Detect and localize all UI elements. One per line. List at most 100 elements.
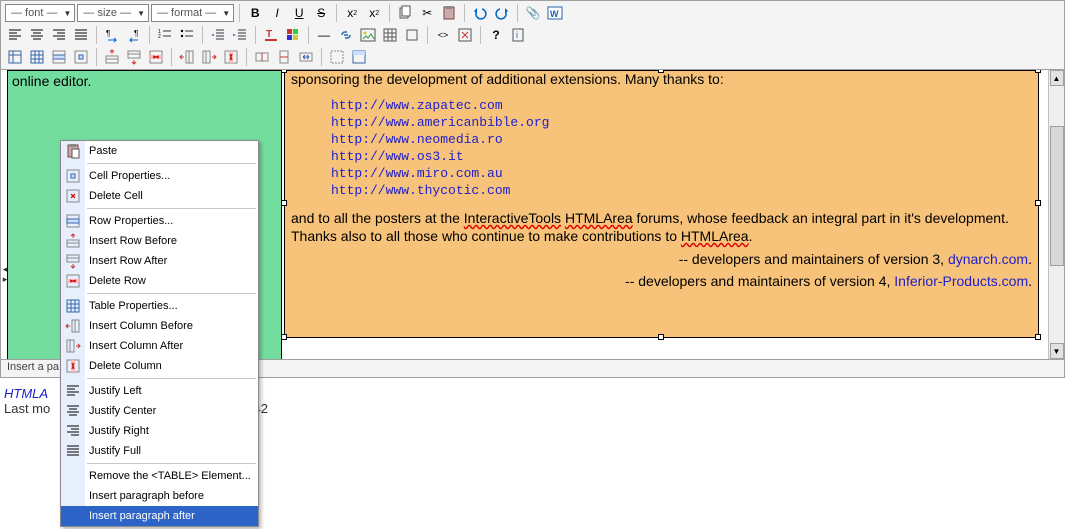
sponsor-link[interactable]: http://www.zapatec.com (331, 98, 503, 113)
cut-button[interactable]: ✂ (417, 3, 437, 23)
dynarch-link[interactable]: dynarch.com (948, 251, 1028, 267)
insert-row-before-button[interactable] (102, 47, 122, 67)
underline-button[interactable]: U (289, 3, 309, 23)
attachment-button[interactable]: 📎 (523, 3, 543, 23)
selection-handle[interactable] (1035, 70, 1041, 73)
fullscreen-button[interactable] (455, 25, 475, 45)
context-menu-item[interactable]: Paste (61, 141, 258, 161)
toggle-borders-button[interactable] (327, 47, 347, 67)
scroll-up-button[interactable]: ▲ (1050, 70, 1064, 86)
scroll-down-button[interactable]: ▼ (1050, 343, 1064, 359)
split-cell-button[interactable] (252, 47, 272, 67)
context-menu-item[interactable]: Delete Column (61, 356, 258, 376)
row-props-button[interactable] (49, 47, 69, 67)
unordered-list-button[interactable] (177, 25, 197, 45)
row-props-icon (64, 213, 82, 229)
table-button[interactable] (380, 25, 400, 45)
selection-handle[interactable] (281, 334, 287, 340)
word-paste-button[interactable]: W (545, 3, 565, 23)
scroll-thumb[interactable] (1050, 126, 1064, 266)
font-combo[interactable]: — font —▼ (5, 4, 75, 22)
context-menu-item[interactable]: Insert paragraph before (61, 486, 258, 506)
outdent-button[interactable] (208, 25, 228, 45)
insert-row-after-button[interactable] (124, 47, 144, 67)
italic-button[interactable]: I (267, 3, 287, 23)
context-menu-item[interactable]: Justify Left (61, 381, 258, 401)
right-para-2: and to all the posters at the Interactiv… (291, 209, 1032, 245)
html-source-button[interactable]: <> (433, 25, 453, 45)
format-combo[interactable]: — format —▼ (151, 4, 234, 22)
delete-col-button[interactable] (221, 47, 241, 67)
context-menu-item[interactable]: Insert Row After (61, 251, 258, 271)
justify-full-icon (64, 443, 82, 459)
indent-button[interactable] (230, 25, 250, 45)
help-button[interactable]: ? (486, 25, 506, 45)
cell-props-button[interactable] (71, 47, 91, 67)
align-right-button[interactable] (49, 25, 69, 45)
insert-col-before-button[interactable] (177, 47, 197, 67)
strike-button[interactable]: S (311, 3, 331, 23)
vertical-scrollbar[interactable]: ▲ ▼ (1048, 70, 1064, 359)
selection-handle[interactable] (1035, 334, 1041, 340)
merge-cells-button[interactable] (296, 47, 316, 67)
table-cell-right[interactable]: sponsoring the development of additional… (284, 70, 1039, 338)
selection-handle[interactable] (281, 200, 287, 206)
size-combo[interactable]: — size —▼ (77, 4, 149, 22)
svg-text:¶: ¶ (134, 29, 138, 38)
hr-button[interactable]: — (314, 25, 334, 45)
context-menu-item[interactable]: Remove the <TABLE> Element... (61, 466, 258, 486)
context-menu-item[interactable]: Justify Center (61, 401, 258, 421)
bold-button[interactable]: B (245, 3, 265, 23)
svg-text:¶: ¶ (106, 29, 110, 38)
checkbox-button[interactable] (402, 25, 422, 45)
selection-handle[interactable] (658, 334, 664, 340)
split-cell-v-button[interactable] (274, 47, 294, 67)
rtl-button[interactable]: ¶ (124, 25, 144, 45)
sponsor-link[interactable]: http://www.neomedia.ro (331, 132, 503, 147)
context-menu-separator (87, 378, 256, 379)
align-left-button[interactable] (5, 25, 25, 45)
bg-color-button[interactable] (283, 25, 303, 45)
redo-button[interactable] (492, 3, 512, 23)
sponsor-link[interactable]: http://www.americanbible.org (331, 115, 549, 130)
inferior-products-link[interactable]: Inferior-Products.com (894, 273, 1028, 289)
superscript-button[interactable]: x2 (364, 3, 384, 23)
sponsor-link[interactable]: http://www.miro.com.au (331, 166, 503, 181)
context-menu-item-label: Delete Cell (89, 190, 143, 202)
sponsor-link[interactable]: http://www.os3.it (331, 149, 464, 164)
context-menu-item[interactable]: Delete Row (61, 271, 258, 291)
align-center-button[interactable] (27, 25, 47, 45)
context-menu-item[interactable]: Table Properties... (61, 296, 258, 316)
ordered-list-button[interactable]: 12 (155, 25, 175, 45)
sponsor-link[interactable]: http://www.thycotic.com (331, 183, 510, 198)
link-button[interactable] (336, 25, 356, 45)
image-button[interactable] (358, 25, 378, 45)
context-menu-item[interactable]: Insert Row Before (61, 231, 258, 251)
context-menu-item-label: Insert paragraph before (89, 490, 204, 502)
selection-handle[interactable] (658, 70, 664, 73)
context-menu[interactable]: Paste Cell Properties... Delete Cell Row Pr… (60, 140, 259, 527)
context-menu-item[interactable]: Delete Cell (61, 186, 258, 206)
text-color-button[interactable]: T (261, 25, 281, 45)
context-menu-item[interactable]: Insert paragraph after (61, 506, 258, 526)
undo-button[interactable] (470, 3, 490, 23)
context-menu-item[interactable]: Justify Right (61, 421, 258, 441)
context-menu-item[interactable]: Cell Properties... (61, 166, 258, 186)
context-menu-item[interactable]: Insert Column Before (61, 316, 258, 336)
cell-style-button[interactable] (349, 47, 369, 67)
about-button[interactable]: i (508, 25, 528, 45)
ltr-button[interactable]: ¶ (102, 25, 122, 45)
delete-row-button[interactable] (146, 47, 166, 67)
table-props-button[interactable] (27, 47, 47, 67)
table-insert-button[interactable] (5, 47, 25, 67)
paste-button[interactable] (439, 3, 459, 23)
context-menu-item[interactable]: Justify Full (61, 441, 258, 461)
align-justify-button[interactable] (71, 25, 91, 45)
insert-col-after-button[interactable] (199, 47, 219, 67)
copy-button[interactable] (395, 3, 415, 23)
context-menu-item[interactable]: Row Properties... (61, 211, 258, 231)
selection-handle[interactable] (1035, 200, 1041, 206)
selection-handle[interactable] (281, 70, 287, 73)
subscript-button[interactable]: x2 (342, 3, 362, 23)
context-menu-item[interactable]: Insert Column After (61, 336, 258, 356)
